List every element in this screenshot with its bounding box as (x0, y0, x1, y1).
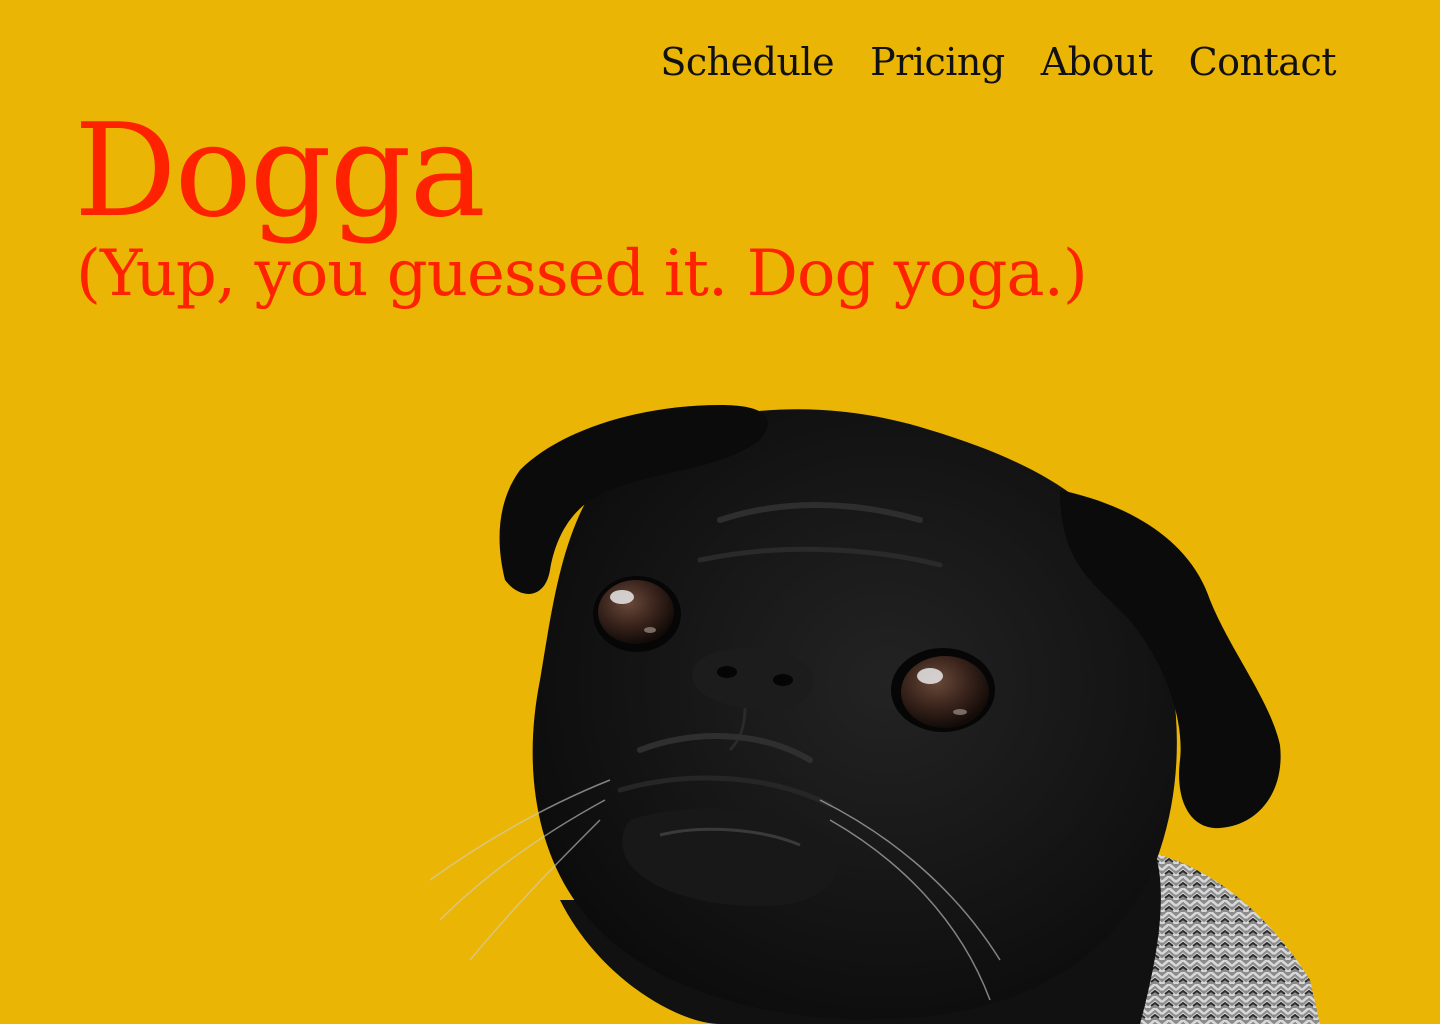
pug-image (429, 405, 1320, 1024)
